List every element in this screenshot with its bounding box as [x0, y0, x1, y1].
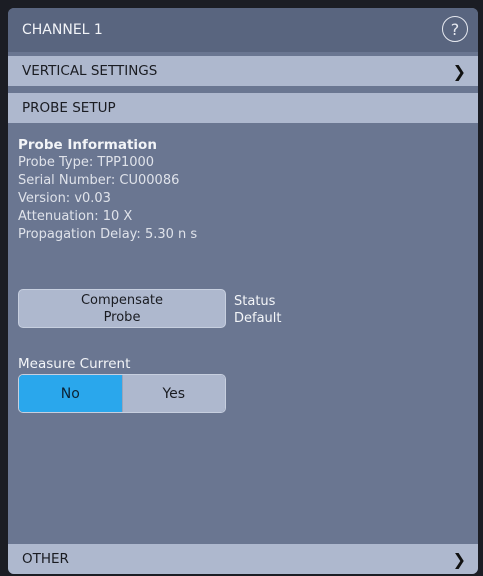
- chevron-right-icon: ❯: [452, 62, 466, 81]
- vertical-settings-section[interactable]: VERTICAL SETTINGS ❯: [8, 56, 478, 86]
- chevron-right-icon: ❯: [452, 550, 466, 569]
- measure-current-label: Measure Current: [18, 356, 131, 372]
- compensate-probe-button[interactable]: Compensate Probe: [18, 289, 226, 328]
- version: Version: v0.03: [18, 191, 111, 206]
- status-value: Default: [234, 311, 282, 326]
- probe-information: Probe Information Probe Type: TPP1000 Se…: [18, 136, 197, 244]
- measure-current-toggle: No Yes: [18, 374, 226, 413]
- serial-number: Serial Number: CU00086: [18, 173, 180, 188]
- probe-setup-section[interactable]: PROBE SETUP: [8, 93, 478, 123]
- other-section[interactable]: OTHER ❯: [8, 544, 478, 574]
- compensate-label-line1: Compensate: [80, 293, 164, 308]
- probe-info-title: Probe Information: [18, 137, 157, 153]
- compensate-label-line2: Probe: [103, 310, 141, 325]
- help-icon[interactable]: ?: [442, 16, 468, 42]
- other-label: OTHER: [22, 551, 69, 567]
- propagation-delay: Propagation Delay: 5.30 n s: [18, 227, 198, 242]
- channel-settings-panel: CHANNEL 1 ? VERTICAL SETTINGS ❯ PROBE SE…: [8, 8, 478, 574]
- status-label: Status: [234, 294, 276, 309]
- probe-type: Probe Type: TPP1000: [18, 155, 155, 170]
- probe-setup-label: PROBE SETUP: [22, 100, 116, 116]
- attenuation: Attenuation: 10 X: [18, 209, 133, 224]
- measure-current-yes-option[interactable]: Yes: [121, 375, 225, 412]
- measure-current-no-option[interactable]: No: [19, 375, 122, 412]
- vertical-settings-label: VERTICAL SETTINGS: [22, 63, 158, 79]
- panel-title: CHANNEL 1: [22, 22, 103, 38]
- compensation-status: Status Default: [234, 293, 282, 327]
- panel-header: CHANNEL 1 ?: [8, 8, 478, 52]
